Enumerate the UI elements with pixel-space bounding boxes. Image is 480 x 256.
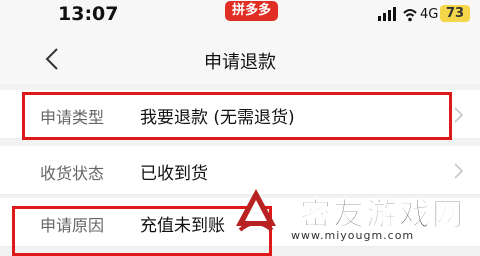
receipt-status-label: 收货状态	[40, 164, 105, 183]
status-bar: 13:07 拼多多 4G 73	[0, 0, 480, 34]
highlight-box	[22, 92, 452, 140]
network-type: 4G	[420, 7, 439, 22]
wifi-icon	[403, 9, 417, 22]
chevron-right-icon	[454, 163, 464, 179]
nav-bar: 申请退款	[0, 34, 480, 84]
watermark-site-name: 密友游戏网	[300, 197, 465, 234]
watermark-url: www.miyougm.com	[291, 229, 415, 242]
receipt-status-value: 已收到货	[140, 164, 208, 184]
chevron-right-icon	[454, 107, 464, 123]
signal-icon	[378, 7, 400, 21]
page-title: 申请退款	[204, 52, 276, 73]
watermark-logo-icon	[236, 189, 276, 232]
status-time: 13:07	[58, 3, 119, 25]
app-badge: 拼多多	[225, 1, 279, 21]
battery-level: 73	[440, 5, 471, 22]
